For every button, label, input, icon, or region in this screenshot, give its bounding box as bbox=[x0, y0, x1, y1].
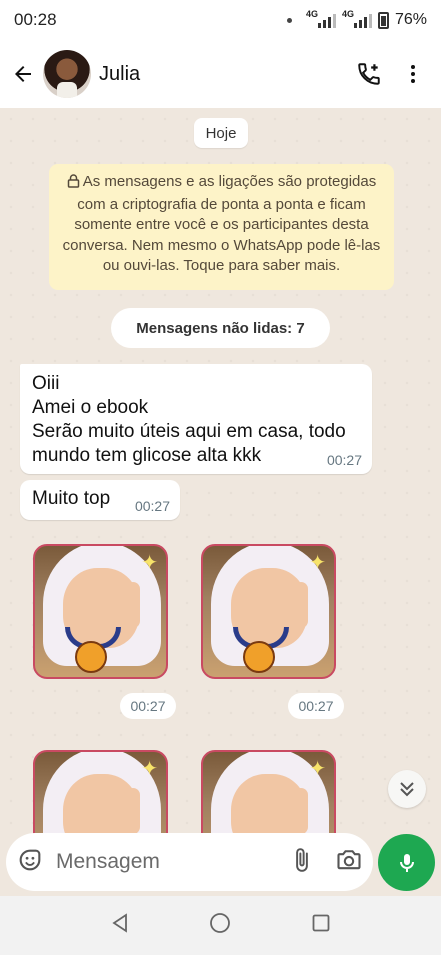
notification-dot-icon bbox=[286, 17, 292, 23]
encryption-notice-text: As mensagens e as ligações são protegida… bbox=[62, 173, 381, 274]
nav-home-icon[interactable] bbox=[209, 912, 231, 939]
message-composer: Mensagem bbox=[6, 833, 373, 891]
sticker-time: 00:27 bbox=[120, 693, 176, 719]
composer-actions bbox=[289, 846, 363, 879]
message-text: Oiii Amei o ebook Serão muito úteis aqui… bbox=[32, 373, 346, 466]
date-chip: Hoje bbox=[194, 118, 248, 148]
add-call-icon bbox=[358, 63, 380, 85]
sticker-image[interactable]: ✦ bbox=[33, 750, 168, 843]
signal-icon-2: 4G bbox=[341, 9, 372, 28]
sticker-image[interactable]: ✦ bbox=[33, 544, 168, 679]
avatar[interactable] bbox=[43, 50, 91, 98]
message-time: 00:27 bbox=[134, 498, 170, 514]
more-vert-icon bbox=[411, 65, 415, 83]
nav-recents-icon[interactable] bbox=[311, 913, 331, 938]
message-input[interactable]: Mensagem bbox=[56, 850, 160, 874]
message-bubble[interactable]: Oiii Amei o ebook Serão muito úteis aqui… bbox=[20, 364, 372, 474]
message-time: 00:27 bbox=[326, 452, 362, 468]
encryption-notice[interactable]: As mensagens e as ligações são protegida… bbox=[49, 164, 394, 290]
camera-icon[interactable] bbox=[335, 846, 363, 879]
battery-percent: 76% bbox=[394, 11, 427, 28]
sticker-time: 00:27 bbox=[288, 693, 344, 719]
sticker-image[interactable]: ✦ bbox=[201, 544, 336, 679]
attach-icon[interactable] bbox=[289, 847, 315, 878]
battery-icon bbox=[377, 11, 389, 29]
unread-messages-chip: Mensagens não lidas: 7 bbox=[111, 308, 330, 348]
header-actions bbox=[347, 52, 441, 96]
back-arrow-icon bbox=[15, 66, 31, 82]
status-time: 00:28 bbox=[14, 10, 57, 29]
signal-icon: 4G bbox=[305, 9, 336, 28]
chat-area[interactable]: Hoje As mensagens e as ligações são prot… bbox=[0, 108, 441, 843]
lock-icon bbox=[67, 174, 80, 195]
sticker-image[interactable]: ✦ bbox=[201, 750, 336, 843]
chat-header: Julia bbox=[0, 40, 441, 108]
sticker-icon[interactable] bbox=[16, 846, 44, 879]
mic-button[interactable] bbox=[378, 834, 435, 891]
message-bubble[interactable]: Muito top 00:27 bbox=[20, 480, 180, 520]
add-call-button[interactable] bbox=[347, 52, 391, 96]
network-type-label-2: 4G bbox=[341, 9, 354, 19]
chevrons-down-icon bbox=[400, 782, 414, 797]
scroll-to-bottom-button[interactable] bbox=[388, 770, 426, 808]
contact-name[interactable]: Julia bbox=[99, 63, 140, 86]
network-type-label: 4G bbox=[305, 9, 318, 19]
nav-back-icon[interactable] bbox=[110, 913, 130, 938]
status-bar: 00:28 4G 4G 76% bbox=[0, 0, 441, 40]
back-button[interactable] bbox=[3, 54, 43, 94]
system-nav-bar bbox=[0, 896, 441, 955]
mic-icon bbox=[399, 853, 414, 872]
status-icons: 4G 4G 76% bbox=[286, 9, 427, 29]
more-options-button[interactable] bbox=[391, 52, 435, 96]
